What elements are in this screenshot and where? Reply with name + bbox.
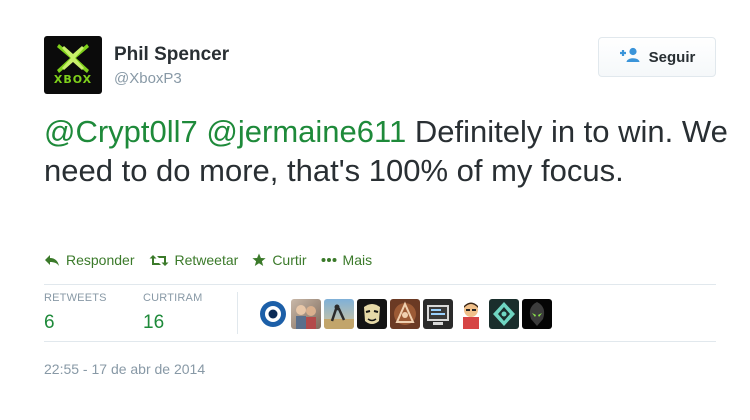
like-label: Curtir [272, 252, 307, 268]
likes-label: CURTIRAM [143, 292, 203, 304]
reply-label: Responder [66, 252, 135, 268]
xbox-logo-icon [57, 44, 89, 73]
mention-link[interactable]: @jermaine611 [206, 114, 406, 149]
more-button[interactable]: Mais [321, 252, 373, 268]
likers-avatar-list [258, 299, 552, 329]
star-icon [252, 253, 266, 267]
stats-divider [237, 292, 238, 334]
liker-avatar[interactable] [423, 299, 453, 329]
more-label: Mais [342, 252, 373, 268]
liker-avatar[interactable] [390, 299, 420, 329]
reply-icon [44, 254, 60, 267]
liker-avatar[interactable] [258, 299, 288, 329]
liker-avatar[interactable] [357, 299, 387, 329]
liker-avatar[interactable] [489, 299, 519, 329]
divider [44, 284, 716, 285]
retweet-button[interactable]: Retweetar [149, 252, 239, 268]
retweet-icon [149, 254, 169, 267]
author-name[interactable]: Phil Spencer [114, 44, 229, 66]
likes-stat[interactable]: CURTIRAM 16 [143, 292, 202, 334]
liker-avatar[interactable] [456, 299, 486, 329]
tweet-timestamp[interactable]: 22:55 - 17 de abr de 2014 [44, 361, 205, 377]
more-dots-icon [321, 257, 337, 263]
tweet-actions: Responder Retweetar Curtir Mais [44, 252, 386, 268]
liker-avatar[interactable] [522, 299, 552, 329]
retweets-count: 6 [44, 312, 55, 333]
liker-avatar[interactable] [324, 299, 354, 329]
retweets-label: RETWEETS [44, 292, 107, 304]
follow-button-label: Seguir [648, 48, 696, 66]
person-plus-icon [619, 47, 641, 67]
tweet-text: @Crypt0ll7 @jermaine611 Definitely in to… [44, 112, 734, 190]
liker-avatar[interactable] [291, 299, 321, 329]
divider [44, 341, 716, 342]
follow-button[interactable]: Seguir [598, 37, 716, 77]
like-button[interactable]: Curtir [252, 252, 307, 268]
reply-button[interactable]: Responder [44, 252, 135, 268]
author-avatar[interactable]: XBOX [44, 36, 102, 94]
author-handle[interactable]: @XboxP3 [114, 70, 182, 87]
mention-link[interactable]: @Crypt0ll7 [44, 114, 198, 149]
retweets-stat[interactable]: RETWEETS 6 [44, 292, 107, 334]
likes-count: 16 [143, 312, 165, 333]
avatar-logo-text: XBOX [53, 73, 93, 86]
retweet-label: Retweetar [174, 252, 239, 268]
